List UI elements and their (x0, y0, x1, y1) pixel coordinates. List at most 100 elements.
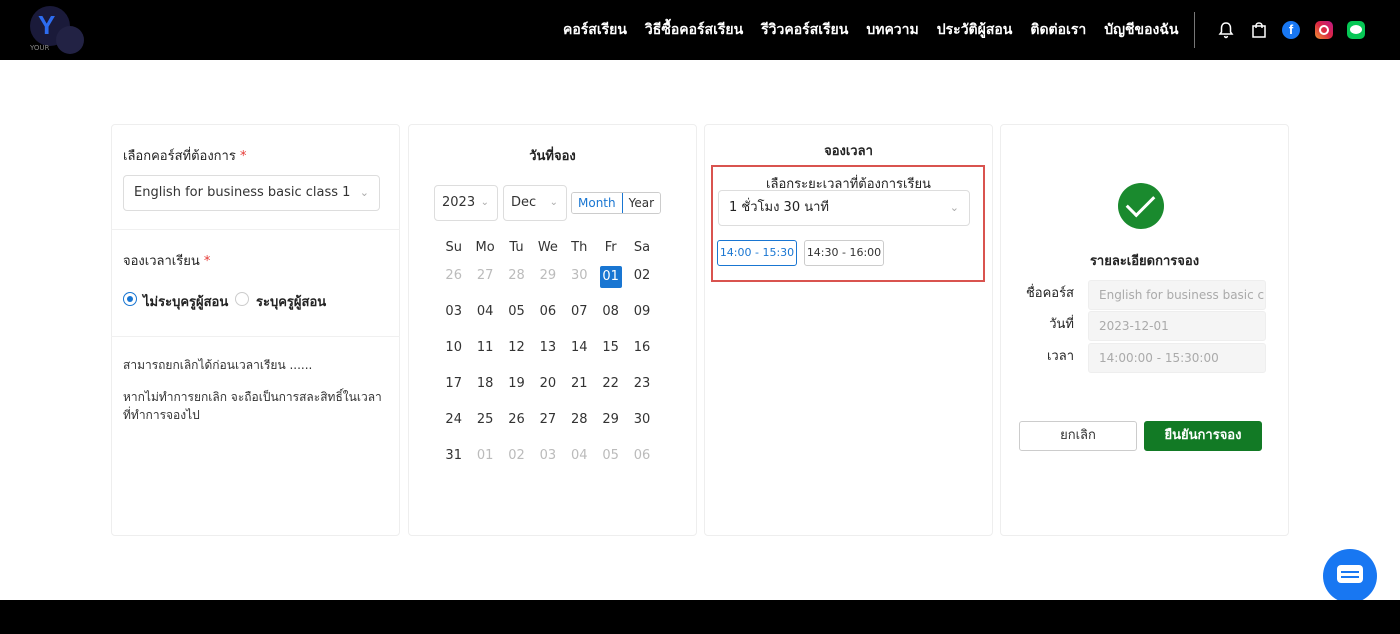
calendar-day-text: 17 (445, 376, 462, 391)
radio-no-teacher[interactable] (123, 292, 137, 306)
weekday-header: Su (445, 240, 462, 255)
calendar-day-text: 27 (476, 268, 494, 283)
calendar-grid: Su Mo Tu We Th Fr Sa 26 27 28 29 30 01 02 03 04 05 06 07 08… (438, 238, 658, 474)
calendar-day[interactable]: 09 (626, 302, 657, 330)
facebook-icon[interactable]: f (1282, 21, 1300, 39)
calendar-day[interactable]: 21 (564, 374, 595, 402)
confirm-booking-button[interactable]: ยืนยันการจอง (1144, 421, 1262, 451)
calendar-day[interactable]: 16 (626, 338, 657, 366)
calendar-day[interactable]: 30 (626, 410, 657, 438)
cancel-button[interactable]: ยกเลิก (1019, 421, 1137, 451)
check-circle-icon (1118, 183, 1164, 229)
calendar-day-text: 11 (476, 340, 494, 355)
calendar-day: 28 (501, 266, 532, 294)
logo-circle-2 (56, 26, 84, 54)
calendar-day-text: 29 (539, 268, 557, 283)
time-title: จองเวลา (824, 144, 873, 159)
calendar-day[interactable]: 28 (564, 410, 595, 438)
line-icon[interactable] (1347, 21, 1365, 39)
course-select[interactable]: English for business basic class 1 ⌄ (123, 175, 380, 211)
month-select[interactable]: Dec ⌄ (503, 185, 567, 221)
calendar-day[interactable]: 18 (469, 374, 500, 402)
calendar-day-text: 15 (602, 340, 619, 355)
calendar-day-text: 04 (570, 448, 588, 463)
calendar-day[interactable]: 03 (438, 302, 469, 330)
nav-courses[interactable]: คอร์สเรียน (563, 18, 627, 42)
chat-icon[interactable] (1323, 549, 1377, 603)
instagram-icon[interactable] (1315, 21, 1333, 39)
calendar-day[interactable]: 11 (469, 338, 500, 366)
calendar-day[interactable]: 26 (501, 410, 532, 438)
calendar-day-text: 06 (539, 304, 557, 319)
book-label-text: จองเวลาเรียน (123, 254, 200, 269)
nav-how-to-buy[interactable]: วิธีซื้อคอร์สเรียน (645, 18, 743, 42)
calendar-day[interactable]: 13 (532, 338, 563, 366)
calendar-day-text: 12 (508, 340, 525, 355)
calendar-day[interactable]: 14 (564, 338, 595, 366)
calendar-day[interactable]: 15 (595, 338, 626, 366)
main-nav: คอร์สเรียน วิธีซื้อคอร์สเรียน รีวิวคอร์ส… (563, 18, 1178, 42)
calendar-day-text: 26 (508, 412, 525, 427)
calendar-day[interactable]: 25 (469, 410, 500, 438)
nav-contact[interactable]: ติดต่อเรา (1030, 18, 1086, 42)
calendar-day[interactable]: 31 (438, 446, 469, 474)
chevron-down-icon: ⌄ (480, 197, 489, 208)
course-divider-2 (111, 336, 400, 337)
calendar-day-text: 13 (539, 340, 557, 355)
calendar-day[interactable]: 01 (595, 266, 626, 294)
calendar-day[interactable]: 22 (595, 374, 626, 402)
calendar-day-text: 10 (445, 340, 462, 355)
calendar-day[interactable]: 12 (501, 338, 532, 366)
nav-my-account[interactable]: บัญชีของฉัน (1104, 18, 1178, 42)
duration-select[interactable]: 1 ชั่วโมง 30 นาที ⌄ (718, 190, 970, 226)
nav-articles[interactable]: บทความ (866, 18, 918, 42)
calendar-day-text: 27 (539, 412, 557, 427)
calendar-day: 06 (626, 446, 657, 474)
calendar-day[interactable]: 17 (438, 374, 469, 402)
calendar-day[interactable]: 08 (595, 302, 626, 330)
calendar-day[interactable]: 27 (532, 410, 563, 438)
nav-divider (1194, 12, 1195, 48)
detail-time-value: 14:00:00 - 15:30:00 (1088, 343, 1266, 373)
detail-course-value: English for business basic cl (1088, 280, 1266, 310)
year-select[interactable]: 2023 ⌄ (434, 185, 498, 221)
calendar-day[interactable]: 20 (532, 374, 563, 402)
calendar-day[interactable]: 29 (595, 410, 626, 438)
calendar-day-text: 21 (570, 376, 588, 391)
bell-icon[interactable] (1217, 21, 1235, 39)
calendar-day[interactable]: 02 (626, 266, 657, 294)
calendar-day-text: 07 (570, 304, 588, 319)
calendar-day-text: 06 (633, 448, 651, 463)
calendar-day-text: 30 (570, 268, 588, 283)
nav-teachers[interactable]: ประวัติผู้สอน (937, 18, 1013, 42)
time-slot[interactable]: 14:00 - 15:30 (717, 240, 797, 266)
calendar-day[interactable]: 06 (532, 302, 563, 330)
nav-reviews[interactable]: รีวิวคอร์สเรียน (761, 18, 848, 42)
chevron-down-icon: ⌄ (549, 197, 558, 208)
radio-teacher[interactable] (235, 292, 249, 306)
radio-no-teacher-label[interactable]: ไม่ระบุครูผู้สอน (143, 291, 228, 312)
mode-month-button[interactable]: Month (572, 193, 623, 213)
weekday-header: Tu (509, 240, 524, 255)
calendar-day-text: 03 (539, 448, 557, 463)
chat-bubble (1337, 565, 1363, 583)
calendar-day-text: 31 (445, 448, 462, 463)
calendar-day[interactable]: 23 (626, 374, 657, 402)
calendar-day[interactable]: 04 (469, 302, 500, 330)
forfeit-note: หากไม่ทำการยกเลิก จะถือเป็นการสละสิทธิ์ใ… (123, 390, 382, 422)
calendar-day[interactable]: 07 (564, 302, 595, 330)
calendar-day-text: 02 (508, 448, 525, 463)
calendar-day[interactable]: 10 (438, 338, 469, 366)
calendar-mode-toggle: Month Year (571, 192, 662, 214)
radio-teacher-label[interactable]: ระบุครูผู้สอน (256, 291, 326, 312)
calendar-day-text: 26 (445, 268, 462, 283)
time-slot[interactable]: 14:30 - 16:00 (804, 240, 884, 266)
mode-year-button[interactable]: Year (622, 193, 661, 213)
calendar-day[interactable]: 24 (438, 410, 469, 438)
calendar-day-text: 04 (476, 304, 494, 319)
calendar-day[interactable]: 19 (501, 374, 532, 402)
bag-icon[interactable] (1250, 21, 1268, 39)
calendar-day-text: 25 (476, 412, 494, 427)
site-logo[interactable]: Y YOUR (26, 6, 86, 56)
calendar-day[interactable]: 05 (501, 302, 532, 330)
